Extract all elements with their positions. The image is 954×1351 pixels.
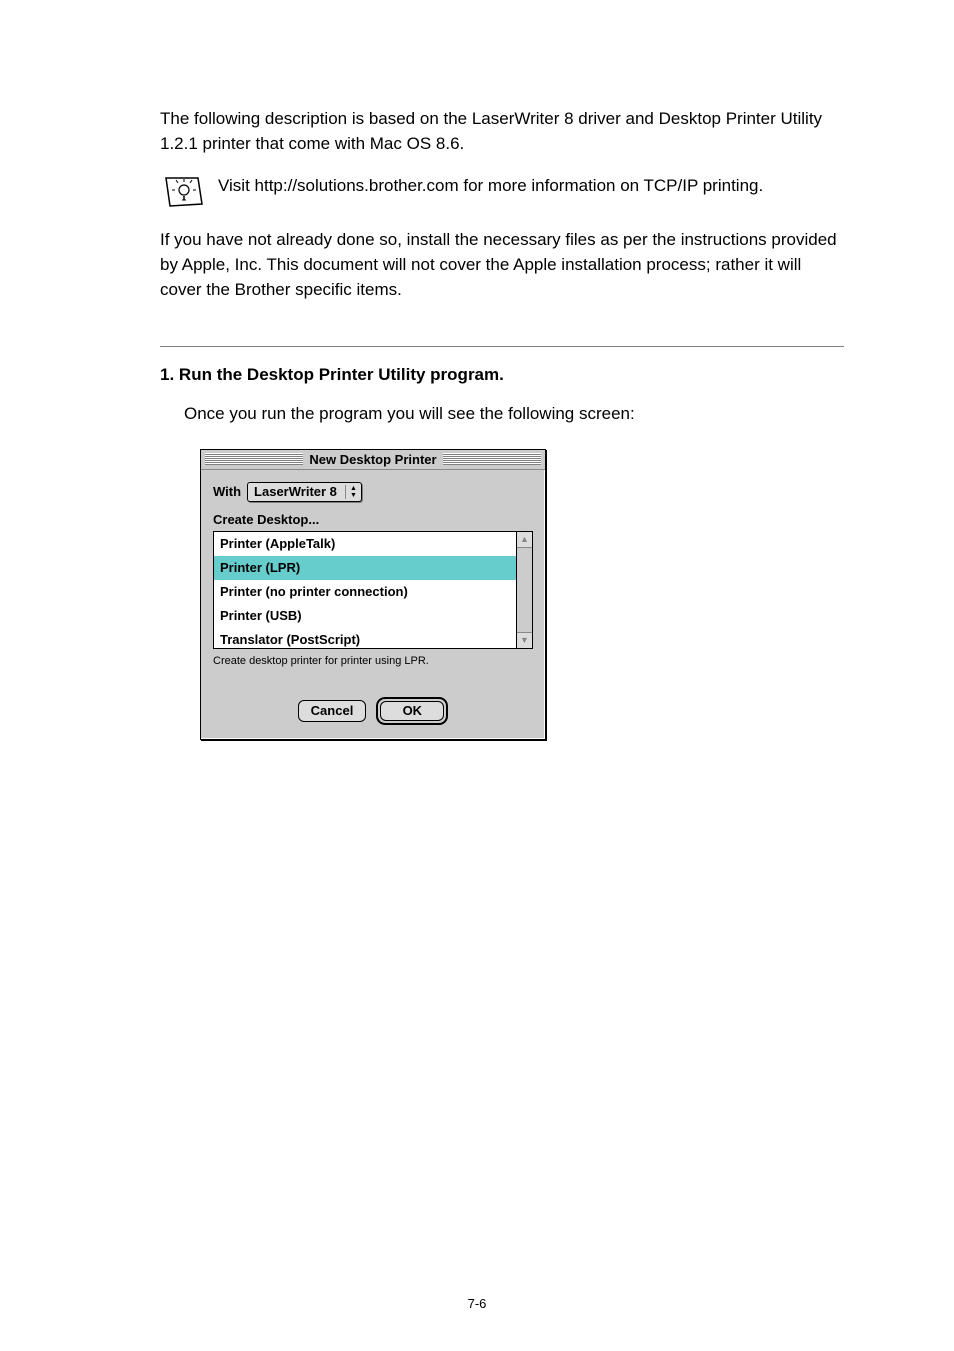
list-item[interactable]: Printer (USB) xyxy=(214,604,516,628)
install-paragraph: If you have not already done so, install… xyxy=(160,228,844,302)
tip-text: Visit http://solutions.brother.com for m… xyxy=(218,174,844,199)
scroll-track[interactable] xyxy=(517,548,532,632)
page-number: 7-6 xyxy=(0,1296,954,1311)
popup-arrows-icon: ▲▼ xyxy=(345,485,361,499)
vertical-scrollbar[interactable]: ▲ ▼ xyxy=(517,531,533,649)
list-item[interactable]: Printer (AppleTalk) xyxy=(214,532,516,556)
ok-button[interactable]: OK xyxy=(380,701,444,721)
scroll-down-button[interactable]: ▼ xyxy=(517,632,532,648)
divider xyxy=(160,346,844,347)
ok-button-ring: OK xyxy=(376,697,448,725)
printer-type-listbox[interactable]: Printer (AppleTalk)Printer (LPR)Printer … xyxy=(213,531,517,649)
titlebar-lines-right xyxy=(443,453,541,465)
lightbulb-note-icon xyxy=(160,174,204,210)
selection-hint: Create desktop printer for printer using… xyxy=(213,655,533,667)
dialog-titlebar: New Desktop Printer xyxy=(201,450,545,470)
titlebar-lines-left xyxy=(205,453,303,465)
new-desktop-printer-dialog: New Desktop Printer With LaserWriter 8 ▲… xyxy=(200,449,546,740)
intro-paragraph: The following description is based on th… xyxy=(160,107,844,156)
list-item[interactable]: Printer (LPR) xyxy=(214,556,516,580)
dialog-title: New Desktop Printer xyxy=(303,452,442,467)
driver-popup-value: LaserWriter 8 xyxy=(248,484,345,499)
with-label: With xyxy=(213,484,241,499)
list-item[interactable]: Printer (no printer connection) xyxy=(214,580,516,604)
step-1-body: Once you run the program you will see th… xyxy=(184,402,844,427)
list-item[interactable]: Translator (PostScript) xyxy=(214,628,516,648)
step-1-heading: 1. Run the Desktop Printer Utility progr… xyxy=(160,365,844,385)
create-desktop-label: Create Desktop... xyxy=(213,512,533,527)
driver-popup[interactable]: LaserWriter 8 ▲▼ xyxy=(247,482,362,502)
tip-row: Visit http://solutions.brother.com for m… xyxy=(160,174,844,210)
cancel-button[interactable]: Cancel xyxy=(298,700,367,722)
scroll-up-button[interactable]: ▲ xyxy=(517,532,532,548)
